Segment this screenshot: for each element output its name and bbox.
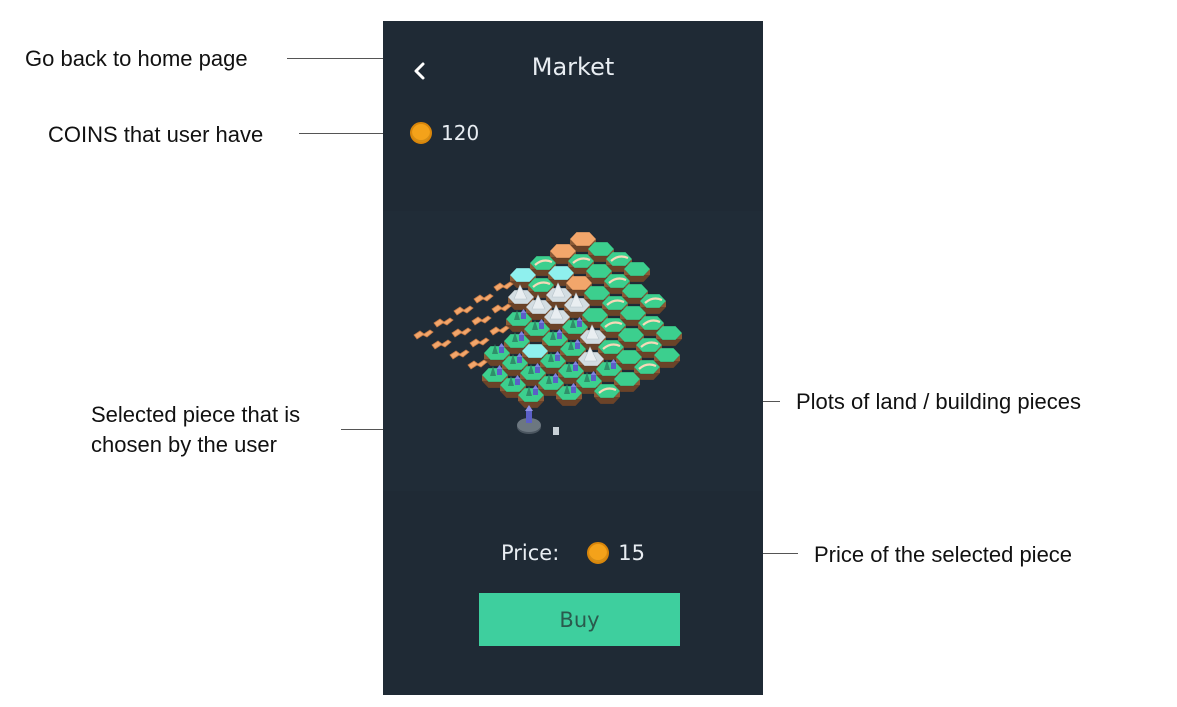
small-piece[interactable] <box>553 427 559 435</box>
price-label: Price: <box>500 541 560 565</box>
land-piece[interactable] <box>593 383 621 404</box>
land-piece[interactable] <box>453 305 474 316</box>
land-pieces-board[interactable] <box>383 211 763 491</box>
coin-balance-value: 120 <box>441 121 480 145</box>
market-screen: Market 120 Price: 15 Buy <box>383 21 763 695</box>
annotation-selected-line1: Selected piece that is <box>91 402 301 427</box>
coin-icon <box>410 122 432 144</box>
annotation-coins: COINS that user have <box>48 122 264 147</box>
land-piece[interactable] <box>489 325 510 336</box>
land-piece[interactable] <box>473 293 494 304</box>
land-piece[interactable] <box>493 281 514 292</box>
leader-line-back <box>287 58 383 59</box>
land-piece[interactable] <box>467 359 488 370</box>
annotation-plots: Plots of land / building pieces <box>796 389 1081 414</box>
price-row: Price: 15 <box>383 541 763 565</box>
selected-piece[interactable] <box>517 405 541 434</box>
price-value: 15 <box>618 541 646 565</box>
coin-balance: 120 <box>410 121 479 145</box>
land-piece[interactable] <box>471 315 492 326</box>
page-title: Market <box>531 53 615 81</box>
land-piece[interactable] <box>449 349 470 360</box>
land-piece[interactable] <box>469 337 490 348</box>
annotation-back: Go back to home page <box>25 46 248 71</box>
annotation-selected-line2: chosen by the user <box>91 432 277 457</box>
land-piece[interactable] <box>491 303 512 314</box>
land-piece[interactable] <box>431 339 452 350</box>
coin-icon <box>587 542 610 564</box>
land-piece[interactable] <box>413 329 434 340</box>
buy-button[interactable]: Buy <box>479 593 680 646</box>
land-piece[interactable] <box>451 327 472 338</box>
annotation-price: Price of the selected piece <box>814 542 1073 567</box>
land-piece[interactable] <box>433 317 454 328</box>
